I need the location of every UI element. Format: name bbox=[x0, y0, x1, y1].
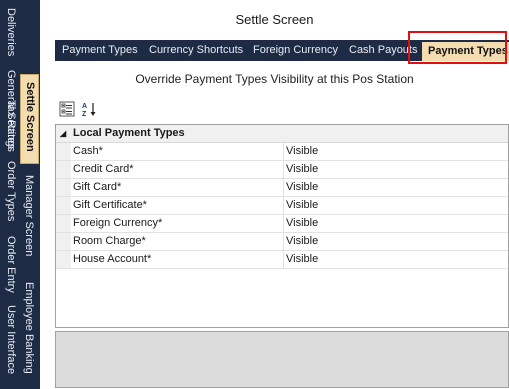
tab-currency-shortcuts[interactable]: Currency Shortcuts bbox=[143, 40, 249, 61]
column-divider bbox=[283, 251, 284, 268]
category-header[interactable]: ◢ Local Payment Types bbox=[56, 125, 508, 143]
row-gutter bbox=[56, 251, 71, 268]
row-gutter bbox=[56, 233, 71, 250]
side-tab-tax-rates[interactable]: Tax Rates bbox=[2, 100, 20, 149]
grid-row[interactable]: Foreign Currency* Visible bbox=[56, 215, 508, 233]
side-tab-strip: Deliveries General Settings Manager Scre… bbox=[0, 0, 40, 389]
row-gutter bbox=[56, 143, 71, 160]
side-tab-column-2: Manager Screen Employee Banking bbox=[20, 0, 38, 389]
row-value[interactable]: Visible bbox=[286, 233, 318, 249]
side-tab-employee-banking[interactable]: Employee Banking bbox=[20, 282, 38, 374]
tab-foreign-currency[interactable]: Foreign Currency bbox=[247, 40, 344, 61]
row-name: House Account* bbox=[73, 253, 152, 265]
side-tab-column-1-lower: Tax Rates Order Types Order Entry User I… bbox=[2, 0, 20, 389]
page-subtitle: Override Payment Types Visibility at thi… bbox=[135, 72, 414, 86]
sort-alphabetical-icon[interactable]: A Z bbox=[80, 100, 96, 118]
row-value[interactable]: Visible bbox=[286, 161, 318, 177]
row-name: Credit Card* bbox=[73, 163, 134, 175]
side-tab-order-types[interactable]: Order Types bbox=[2, 161, 20, 221]
row-name: Cash* bbox=[73, 145, 103, 157]
row-name: Foreign Currency* bbox=[73, 217, 163, 229]
column-divider bbox=[283, 143, 284, 160]
side-tab-settle-screen[interactable]: Settle Screen bbox=[20, 74, 39, 164]
column-divider bbox=[283, 233, 284, 250]
row-gutter bbox=[56, 179, 71, 196]
side-tab-settle-screen-label: Settle Screen bbox=[24, 82, 36, 152]
row-name: Gift Card* bbox=[73, 181, 122, 193]
highlight-box bbox=[408, 31, 507, 64]
row-name: Gift Certificate* bbox=[73, 199, 147, 211]
grid-row[interactable]: Gift Certificate* Visible bbox=[56, 197, 508, 215]
row-value[interactable]: Visible bbox=[286, 251, 318, 267]
side-tab-user-interface[interactable]: User Interface bbox=[2, 305, 20, 374]
row-gutter bbox=[56, 197, 71, 214]
row-value[interactable]: Visible bbox=[286, 179, 318, 195]
grid-row[interactable]: Cash* Visible bbox=[56, 143, 508, 161]
description-panel bbox=[55, 331, 509, 388]
property-grid: ◢ Local Payment Types Cash* Visible Cred… bbox=[55, 124, 509, 328]
svg-text:A: A bbox=[82, 103, 87, 110]
grid-row[interactable]: Gift Card* Visible bbox=[56, 179, 508, 197]
column-divider bbox=[283, 161, 284, 178]
side-tab-order-entry[interactable]: Order Entry bbox=[2, 236, 20, 293]
tab-payment-types[interactable]: Payment Types bbox=[56, 40, 144, 61]
row-value[interactable]: Visible bbox=[286, 215, 318, 231]
row-gutter bbox=[56, 215, 71, 232]
row-value[interactable]: Visible bbox=[286, 197, 318, 213]
side-tab-manager-screen[interactable]: Manager Screen bbox=[20, 175, 38, 256]
grid-row[interactable]: Room Charge* Visible bbox=[56, 233, 508, 251]
column-divider bbox=[283, 215, 284, 232]
screen-title: Settle Screen bbox=[235, 12, 314, 27]
column-divider bbox=[283, 179, 284, 196]
row-name: Room Charge* bbox=[73, 235, 146, 247]
column-divider bbox=[283, 197, 284, 214]
grid-row[interactable]: Credit Card* Visible bbox=[56, 161, 508, 179]
categorized-icon[interactable] bbox=[58, 100, 75, 117]
main-panel: Settle Screen Payment Types Currency Sho… bbox=[40, 0, 509, 389]
row-gutter bbox=[56, 161, 71, 178]
collapse-triangle-icon[interactable]: ◢ bbox=[60, 125, 66, 142]
category-label: Local Payment Types bbox=[73, 127, 185, 139]
row-value[interactable]: Visible bbox=[286, 143, 318, 159]
svg-text:Z: Z bbox=[82, 111, 87, 117]
grid-row[interactable]: House Account* Visible bbox=[56, 251, 508, 269]
